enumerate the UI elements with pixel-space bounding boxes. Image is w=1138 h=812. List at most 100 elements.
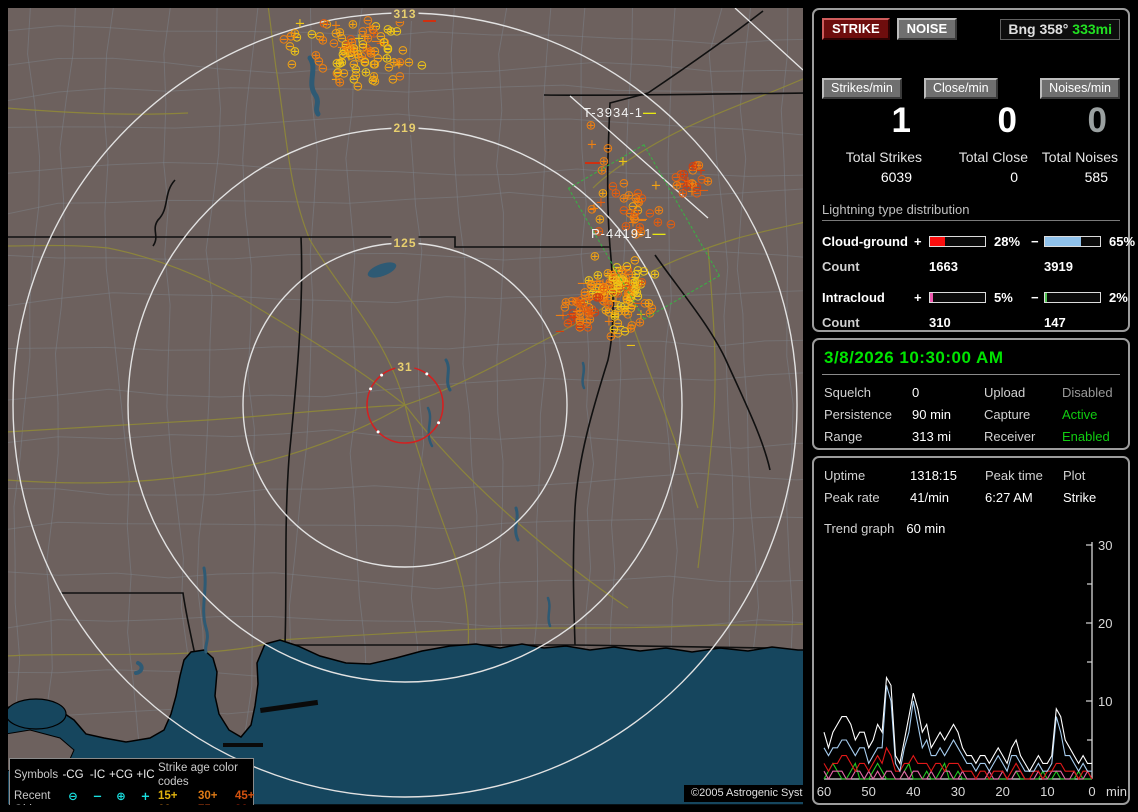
cg-minus-count: 3919	[1044, 259, 1073, 274]
svg-text:60: 60	[817, 784, 831, 799]
strike-counter-panel: STRIKE NOISE Bng 358° 333mi Strikes/min …	[812, 8, 1135, 332]
total-noises-label: Total Noises	[1041, 149, 1118, 165]
peak-time-value: 6:27 AM	[985, 490, 1033, 505]
persistence-label: Persistence	[824, 407, 892, 422]
legend-age-title: Strike age color codes	[158, 762, 238, 788]
ic-count-label: Count	[822, 315, 860, 330]
uptime-label: Uptime	[824, 468, 866, 483]
cg-plus-sign: +	[914, 234, 922, 249]
cg-minus-bar	[1044, 236, 1101, 247]
age-code-45: 45+	[235, 790, 255, 802]
ic-plus-percent: 5%	[994, 290, 1013, 305]
svg-text:50: 50	[861, 784, 875, 799]
lightning-map[interactable]: ⊖ ⊖ ⊕ ⊖ ⊖ ⊖ ⊕ ⊖ ⊕ ⊕ + ⊖ ⊖ ⊖ ⊖ ⊕ ⊖ ⊖ ⊖ ⊕ + + ⊖ ⊖ ⊖ ⊕ ⊖ ⊖ ⊖ ⊖ ⊕ ⊖ ⊕ + ⊖ ⊕ ⊕ ⊖ ⊖ ⊖…	[8, 8, 803, 805]
trend-graph-label: Trend graph	[824, 521, 895, 536]
close-per-min-button[interactable]: Close/min	[924, 78, 998, 99]
ic-minus-bar	[1044, 292, 1101, 303]
upload-status: Disabled	[1062, 385, 1113, 400]
old-neg-cg-icon: ⊖	[60, 803, 86, 805]
ic-minus-percent: 2%	[1109, 290, 1128, 305]
ic-plus-count: 310	[929, 315, 951, 330]
old-pos-cg-icon: ⊕	[109, 803, 133, 805]
age-code-75: 75+	[198, 803, 235, 805]
noises-per-min-button[interactable]: Noises/min	[1040, 78, 1120, 99]
map-base-art	[8, 8, 803, 805]
plot-mode-value[interactable]: Strike	[1063, 490, 1120, 505]
old-neg-ic-icon: −	[86, 803, 109, 805]
close-per-min-value: 0	[997, 101, 1017, 140]
legend-col-neg-ic: -IC	[89, 769, 106, 781]
bearing-readout[interactable]: Bng 358° 333mi	[1000, 18, 1120, 40]
cg-plus-percent: 28%	[994, 234, 1021, 249]
receiver-label: Receiver	[984, 429, 1036, 444]
status-panel: 3/8/2026 10:30:00 AM Squelch 0 Upload Di…	[812, 338, 1130, 450]
legend-col-neg-cg: -CG	[62, 769, 84, 781]
total-strikes-label: Total Strikes	[845, 149, 922, 165]
total-noises-value: 585	[1084, 169, 1108, 185]
legend-old-label: Old	[14, 803, 60, 805]
svg-text:0: 0	[1088, 784, 1095, 799]
range-value: 313 mi	[912, 429, 952, 444]
trend-window-value[interactable]: 60 min	[906, 521, 945, 536]
cloud-ground-label: Cloud-ground	[822, 234, 908, 249]
peak-rate-label: Peak rate	[824, 490, 880, 505]
cg-count-label: Count	[822, 259, 860, 274]
plot-label: Plot	[1063, 468, 1086, 483]
legend-recent-label: Recent	[14, 790, 51, 802]
trend-panel: Uptime 1318:15 Peak time Plot Peak rate …	[812, 456, 1130, 805]
svg-text:20: 20	[995, 784, 1009, 799]
ic-minus-sign: −	[1031, 290, 1039, 305]
svg-text:min: min	[1106, 784, 1127, 799]
age-code-90: 90+	[235, 803, 255, 805]
recent-neg-cg-icon: ⊖	[68, 789, 78, 803]
recent-pos-cg-icon: ⊕	[116, 789, 126, 803]
age-code-60: 60+	[158, 803, 198, 805]
noise-mode-button[interactable]: NOISE	[896, 18, 958, 40]
strikes-per-min-value: 1	[891, 101, 911, 140]
age-code-30: 30+	[198, 790, 218, 802]
cg-minus-percent: 65%	[1109, 234, 1136, 249]
receiver-status: Enabled	[1062, 429, 1110, 444]
legend-symbols-header: Symbols	[14, 769, 59, 781]
svg-text:20: 20	[1098, 616, 1112, 631]
recent-pos-ic-icon: +	[140, 789, 151, 803]
squelch-value: 0	[912, 385, 920, 400]
cg-plus-count: 1663	[929, 259, 958, 274]
recent-neg-ic-icon: −	[92, 789, 103, 803]
peak-rate-value: 41/min	[910, 490, 950, 505]
svg-text:30: 30	[1098, 538, 1112, 553]
trend-graph: 10 20 30 60 50 40 30 20 10 0 min	[817, 538, 1127, 799]
total-close-label: Total Close	[958, 149, 1028, 165]
strike-mode-button[interactable]: STRIKE	[822, 18, 890, 40]
datetime-display: 3/8/2026 10:30:00 AM	[822, 346, 1120, 375]
cg-plus-bar	[929, 236, 986, 247]
copyright-notice: ©2005 Astrogenic Systems	[684, 785, 803, 802]
map-legend: Symbols -CG -IC +CG +IC Strike age color…	[9, 758, 255, 805]
persistence-value: 90 min	[912, 407, 952, 422]
legend-col-pos-ic: +IC	[136, 769, 155, 781]
storm-track-lines	[569, 8, 803, 219]
strikes-per-min-button[interactable]: Strikes/min	[822, 78, 902, 99]
range-label: Range	[824, 429, 863, 444]
ic-plus-sign: +	[914, 290, 922, 305]
capture-status: Active	[1062, 407, 1098, 422]
capture-label: Capture	[984, 407, 1031, 422]
svg-text:40: 40	[906, 784, 920, 799]
intracloud-label: Intracloud	[822, 290, 885, 305]
svg-text:10: 10	[1098, 694, 1112, 709]
noises-per-min-value: 0	[1087, 101, 1107, 140]
distribution-title: Lightning type distribution	[822, 202, 1120, 221]
legend-col-pos-cg: +CG	[109, 769, 133, 781]
age-code-15: 15+	[158, 790, 178, 802]
ic-minus-count: 147	[1044, 315, 1066, 330]
squelch-label: Squelch	[824, 385, 871, 400]
peak-time-label: Peak time	[985, 468, 1043, 483]
bearing-distance: 333mi	[1072, 20, 1112, 37]
bearing-value: Bng 358°	[1008, 20, 1069, 37]
total-close-value: 0	[1010, 169, 1018, 185]
cg-minus-sign: −	[1031, 234, 1039, 249]
highways	[8, 8, 803, 657]
svg-text:30: 30	[951, 784, 965, 799]
svg-text:10: 10	[1040, 784, 1054, 799]
old-pos-ic-icon: +	[133, 803, 158, 805]
